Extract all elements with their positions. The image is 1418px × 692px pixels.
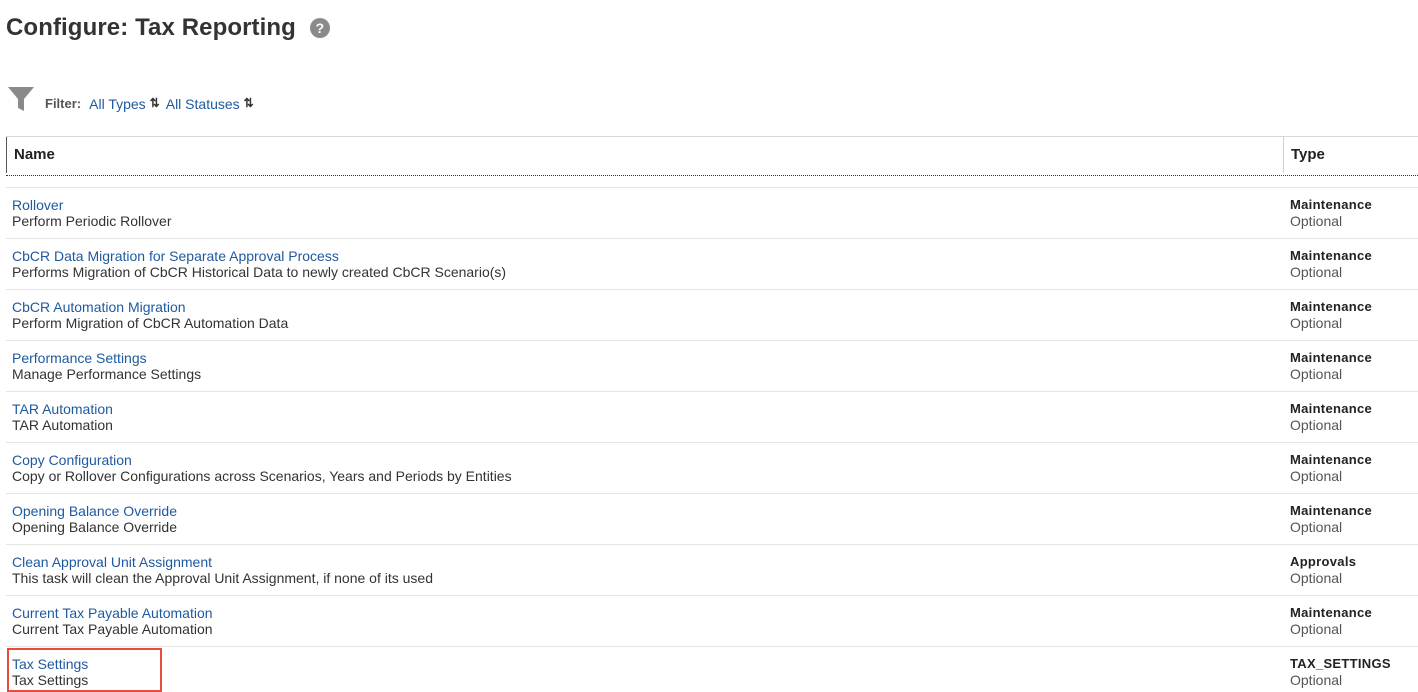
status-swap-icon[interactable]: ⇅ bbox=[244, 96, 254, 113]
task-description: Manage Performance Settings bbox=[12, 366, 202, 382]
table-row: Copy Configuration Copy or Rollover Confi… bbox=[6, 443, 1418, 494]
page-header: Configure: Tax Reporting ? bbox=[6, 14, 330, 42]
tasks-table: Name Type Rollover Perform Periodic Rollo… bbox=[6, 136, 1418, 692]
table-row: Current Tax Payable Automation Current Ta… bbox=[6, 596, 1418, 647]
table-row: Tax Settings Tax Settings TAX_SETTINGS Opti… bbox=[6, 647, 1418, 692]
task-name-link[interactable]: Clean Approval Unit Assignment bbox=[12, 554, 212, 570]
task-status: Optional bbox=[1290, 570, 1343, 586]
clipped-row bbox=[6, 176, 1418, 188]
type-swap-icon[interactable]: ⇅ bbox=[150, 96, 160, 113]
task-name-link[interactable]: CbCR Automation Migration bbox=[12, 299, 186, 315]
task-status: Optional bbox=[1290, 417, 1343, 433]
column-header-name[interactable]: Name bbox=[6, 137, 1284, 173]
table-row: Opening Balance Override Opening Balance … bbox=[6, 494, 1418, 545]
task-type: Maintenance bbox=[1290, 299, 1373, 314]
task-name-link[interactable]: Copy Configuration bbox=[12, 452, 132, 468]
task-status: Optional bbox=[1290, 366, 1343, 382]
task-type: Maintenance bbox=[1290, 605, 1373, 620]
table-body: Rollover Perform Periodic Rollover Mainten… bbox=[6, 188, 1418, 692]
configure-page: Configure: Tax Reporting ? Filter: All T… bbox=[0, 0, 1418, 692]
type-filter-link[interactable]: All Types bbox=[89, 96, 146, 113]
task-type: Maintenance bbox=[1290, 401, 1373, 416]
task-type: Approvals bbox=[1290, 554, 1357, 569]
task-status: Optional bbox=[1290, 213, 1343, 229]
task-description: Copy or Rollover Configurations across S… bbox=[12, 468, 512, 484]
funnel-icon[interactable] bbox=[7, 85, 35, 113]
task-status: Optional bbox=[1290, 621, 1343, 637]
task-description: This task will clean the Approval Unit A… bbox=[12, 570, 433, 586]
task-name-link[interactable]: Current Tax Payable Automation bbox=[12, 605, 213, 621]
task-name-link[interactable]: Performance Settings bbox=[12, 350, 147, 366]
task-description: Opening Balance Override bbox=[12, 519, 177, 535]
task-description: Tax Settings bbox=[12, 672, 89, 688]
page-title: Configure: Tax Reporting bbox=[6, 14, 296, 41]
task-status: Optional bbox=[1290, 315, 1343, 331]
task-description: Perform Migration of CbCR Automation Dat… bbox=[12, 315, 289, 331]
task-status: Optional bbox=[1290, 264, 1343, 280]
task-type: Maintenance bbox=[1290, 197, 1373, 212]
table-row: CbCR Automation Migration Perform Migrati… bbox=[6, 290, 1418, 341]
task-description: Current Tax Payable Automation bbox=[12, 621, 213, 637]
help-icon[interactable]: ? bbox=[309, 18, 330, 38]
table-row: TAR Automation TAR Automation Maintenance O… bbox=[6, 392, 1418, 443]
table-header: Name Type bbox=[6, 136, 1418, 176]
task-type: Maintenance bbox=[1290, 452, 1373, 467]
column-header-type[interactable]: Type bbox=[1291, 137, 1325, 173]
task-type: TAX_SETTINGS bbox=[1290, 656, 1391, 671]
table-row: CbCR Data Migration for Separate Approva… bbox=[6, 239, 1418, 290]
task-type: Maintenance bbox=[1290, 248, 1373, 263]
filter-bar: Filter: All Types ⇅ All Statuses ⇅ bbox=[7, 83, 260, 113]
table-row: Performance Settings Manage Performance S… bbox=[6, 341, 1418, 392]
task-status: Optional bbox=[1290, 672, 1343, 688]
task-description: Perform Periodic Rollover bbox=[12, 213, 172, 229]
task-status: Optional bbox=[1290, 468, 1343, 484]
table-row: Clean Approval Unit Assignment This task … bbox=[6, 545, 1418, 596]
task-name-link[interactable]: TAR Automation bbox=[12, 401, 113, 417]
task-type: Maintenance bbox=[1290, 350, 1373, 365]
task-type: Maintenance bbox=[1290, 503, 1373, 518]
task-name-link[interactable]: CbCR Data Migration for Separate Approva… bbox=[12, 248, 339, 264]
filter-label: Filter: bbox=[45, 96, 82, 111]
task-status: Optional bbox=[1290, 519, 1343, 535]
task-description: Performs Migration of CbCR Historical Da… bbox=[12, 264, 507, 280]
table-row: Rollover Perform Periodic Rollover Mainten… bbox=[6, 188, 1418, 239]
task-name-link[interactable]: Tax Settings bbox=[12, 656, 88, 672]
task-name-link[interactable]: Rollover bbox=[12, 197, 63, 213]
task-description: TAR Automation bbox=[12, 417, 113, 433]
task-name-link[interactable]: Opening Balance Override bbox=[12, 503, 177, 519]
status-filter-link[interactable]: All Statuses bbox=[166, 96, 240, 113]
